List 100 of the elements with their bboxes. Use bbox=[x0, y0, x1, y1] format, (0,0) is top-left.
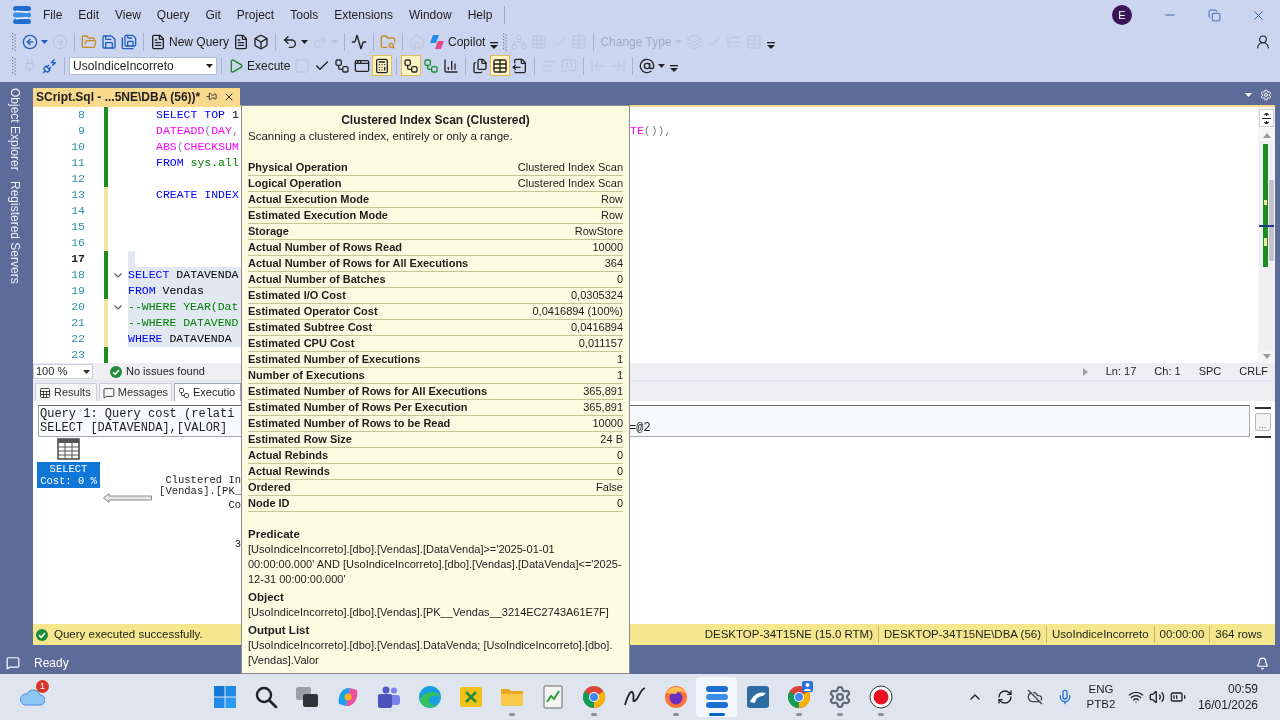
menu-item[interactable]: Help bbox=[459, 4, 501, 26]
property-value: Clustered Index Scan bbox=[517, 160, 623, 176]
menu-item[interactable]: Query bbox=[148, 4, 198, 26]
property-value: 10000 bbox=[592, 416, 623, 432]
select-node-label[interactable]: SELECT Cost: 0 % bbox=[37, 462, 100, 488]
browser-swirl-icon bbox=[417, 685, 442, 709]
folder-search-icon bbox=[380, 34, 397, 50]
zoom-combo[interactable]: 100 % bbox=[33, 364, 93, 379]
property-name: Logical Operation bbox=[248, 176, 342, 192]
line-number: 17 bbox=[71, 251, 85, 267]
menu-item[interactable]: View bbox=[107, 4, 149, 26]
overflow-icon[interactable] bbox=[670, 65, 679, 72]
menu-item[interactable]: Project bbox=[228, 4, 283, 26]
property-name: Actual Rewinds bbox=[248, 464, 330, 480]
status-info-text: DESKTOP-34T15NE\DBA (56) bbox=[878, 625, 1047, 644]
output-icon[interactable] bbox=[6, 656, 20, 670]
toolbar-button[interactable] bbox=[401, 55, 422, 76]
battery-icon bbox=[1169, 689, 1186, 705]
database-app-icon bbox=[704, 685, 729, 709]
split-button[interactable] bbox=[1259, 109, 1274, 127]
line-number: 23 bbox=[71, 347, 85, 363]
round-browser-icon bbox=[786, 685, 811, 709]
clock[interactable]: 00:59 16/01/2026 bbox=[1197, 681, 1258, 713]
menu-item[interactable]: Tools bbox=[282, 4, 327, 26]
line-number: 14 bbox=[71, 203, 85, 219]
redo-icon bbox=[312, 34, 329, 50]
table-icon[interactable] bbox=[57, 438, 80, 460]
app-logo-icon[interactable] bbox=[12, 5, 32, 25]
caret-icon[interactable] bbox=[1245, 93, 1252, 97]
overflow-icon[interactable] bbox=[490, 41, 499, 49]
toolbar-button[interactable] bbox=[372, 55, 393, 76]
app-window-icon bbox=[354, 57, 371, 74]
restore-icon bbox=[1207, 8, 1221, 22]
settings-icon bbox=[827, 685, 852, 709]
more-button[interactable]: ... bbox=[1254, 413, 1271, 431]
side-panel-tab[interactable]: Registered Servers bbox=[4, 180, 26, 284]
status-info-text: 364 rows bbox=[1209, 625, 1267, 644]
plan-node-text: Clustered In bbox=[165, 475, 241, 486]
network-icon bbox=[511, 34, 528, 50]
execute-button[interactable]: Execute bbox=[226, 55, 293, 76]
account-avatar[interactable]: E bbox=[1112, 5, 1132, 25]
property-value: Row bbox=[601, 192, 623, 208]
scroll-right-icon[interactable] bbox=[1082, 367, 1088, 376]
line-number: 16 bbox=[71, 235, 85, 251]
settings-icon[interactable] bbox=[1260, 89, 1272, 101]
collapse-caret-icon[interactable] bbox=[114, 272, 122, 278]
menu-item[interactable]: Extensions bbox=[326, 4, 401, 26]
side-panel-tab[interactable]: Object Explorer bbox=[4, 88, 26, 171]
overflow-icon[interactable] bbox=[766, 41, 775, 49]
toolbar-button[interactable] bbox=[490, 55, 511, 76]
scroll-up-icon[interactable] bbox=[1262, 133, 1271, 138]
query-header-line: SELECT [DATAVENDA],[VALOR] bbox=[40, 421, 229, 435]
gripper-icon[interactable] bbox=[12, 56, 16, 75]
copilot-button[interactable]: Copilot bbox=[427, 31, 488, 53]
database-combo[interactable]: UsoIndiceIncorreto bbox=[69, 56, 217, 75]
pin-icon[interactable] bbox=[206, 91, 218, 102]
new-query-button[interactable]: New Query bbox=[148, 31, 232, 53]
line-number: 22 bbox=[71, 331, 85, 347]
line-number: 13 bbox=[71, 187, 85, 203]
results-tab[interactable]: Results bbox=[35, 383, 97, 401]
menu-item[interactable]: File bbox=[35, 4, 71, 26]
property-name: Storage bbox=[248, 224, 289, 240]
workflow-icon bbox=[403, 57, 420, 74]
property-value: Clustered Index Scan bbox=[517, 176, 623, 192]
weather-widget[interactable]: 1 bbox=[18, 683, 46, 711]
property-name: Actual Rebinds bbox=[248, 448, 329, 464]
scroll-down-icon[interactable] bbox=[1262, 354, 1271, 359]
dropdown-caret-icon bbox=[83, 369, 90, 374]
property-name: Actual Number of Batches bbox=[248, 272, 386, 288]
results-tab[interactable]: Executio bbox=[174, 383, 241, 401]
save-icon bbox=[101, 34, 117, 50]
collapse-caret-icon[interactable] bbox=[114, 304, 122, 310]
bell-icon[interactable] bbox=[1256, 656, 1269, 670]
property-value: 1 bbox=[616, 352, 623, 368]
language-indicator[interactable]: ENG PTB2 bbox=[1079, 682, 1122, 712]
property-name: Estimated Operator Cost bbox=[248, 304, 378, 320]
tooltip-title: Clustered Index Scan (Clustered) bbox=[340, 112, 531, 128]
property-name: Estimated I/O Cost bbox=[248, 288, 346, 304]
code-line: TE()), bbox=[630, 123, 672, 139]
document-icon bbox=[150, 34, 166, 50]
gripper-icon[interactable] bbox=[12, 33, 16, 51]
volume-icon bbox=[1148, 689, 1165, 705]
results-tab[interactable]: Messages bbox=[99, 383, 172, 401]
task-view-icon bbox=[294, 685, 319, 709]
property-value: RowStore bbox=[574, 224, 623, 240]
property-value: 364 bbox=[604, 256, 623, 272]
menu-item[interactable]: Git bbox=[197, 4, 229, 26]
line-indicator: Ln: 17 bbox=[1105, 364, 1137, 380]
table-icon bbox=[492, 57, 509, 74]
cube-icon bbox=[253, 34, 270, 50]
scrollbar-thumb[interactable] bbox=[1269, 180, 1274, 261]
section-heading: Object bbox=[248, 590, 285, 605]
activity-chart-icon bbox=[351, 34, 368, 50]
gripper-icon[interactable] bbox=[503, 33, 508, 51]
menu-item[interactable]: Edit bbox=[70, 4, 108, 26]
menu-item[interactable]: Window bbox=[400, 4, 460, 26]
file-output-icon bbox=[512, 57, 529, 74]
document-tab[interactable]: SCript.Sql - ...5NE\DBA (56))* bbox=[33, 88, 241, 105]
chart-notepad-icon bbox=[540, 685, 565, 709]
property-value: False bbox=[596, 480, 623, 496]
